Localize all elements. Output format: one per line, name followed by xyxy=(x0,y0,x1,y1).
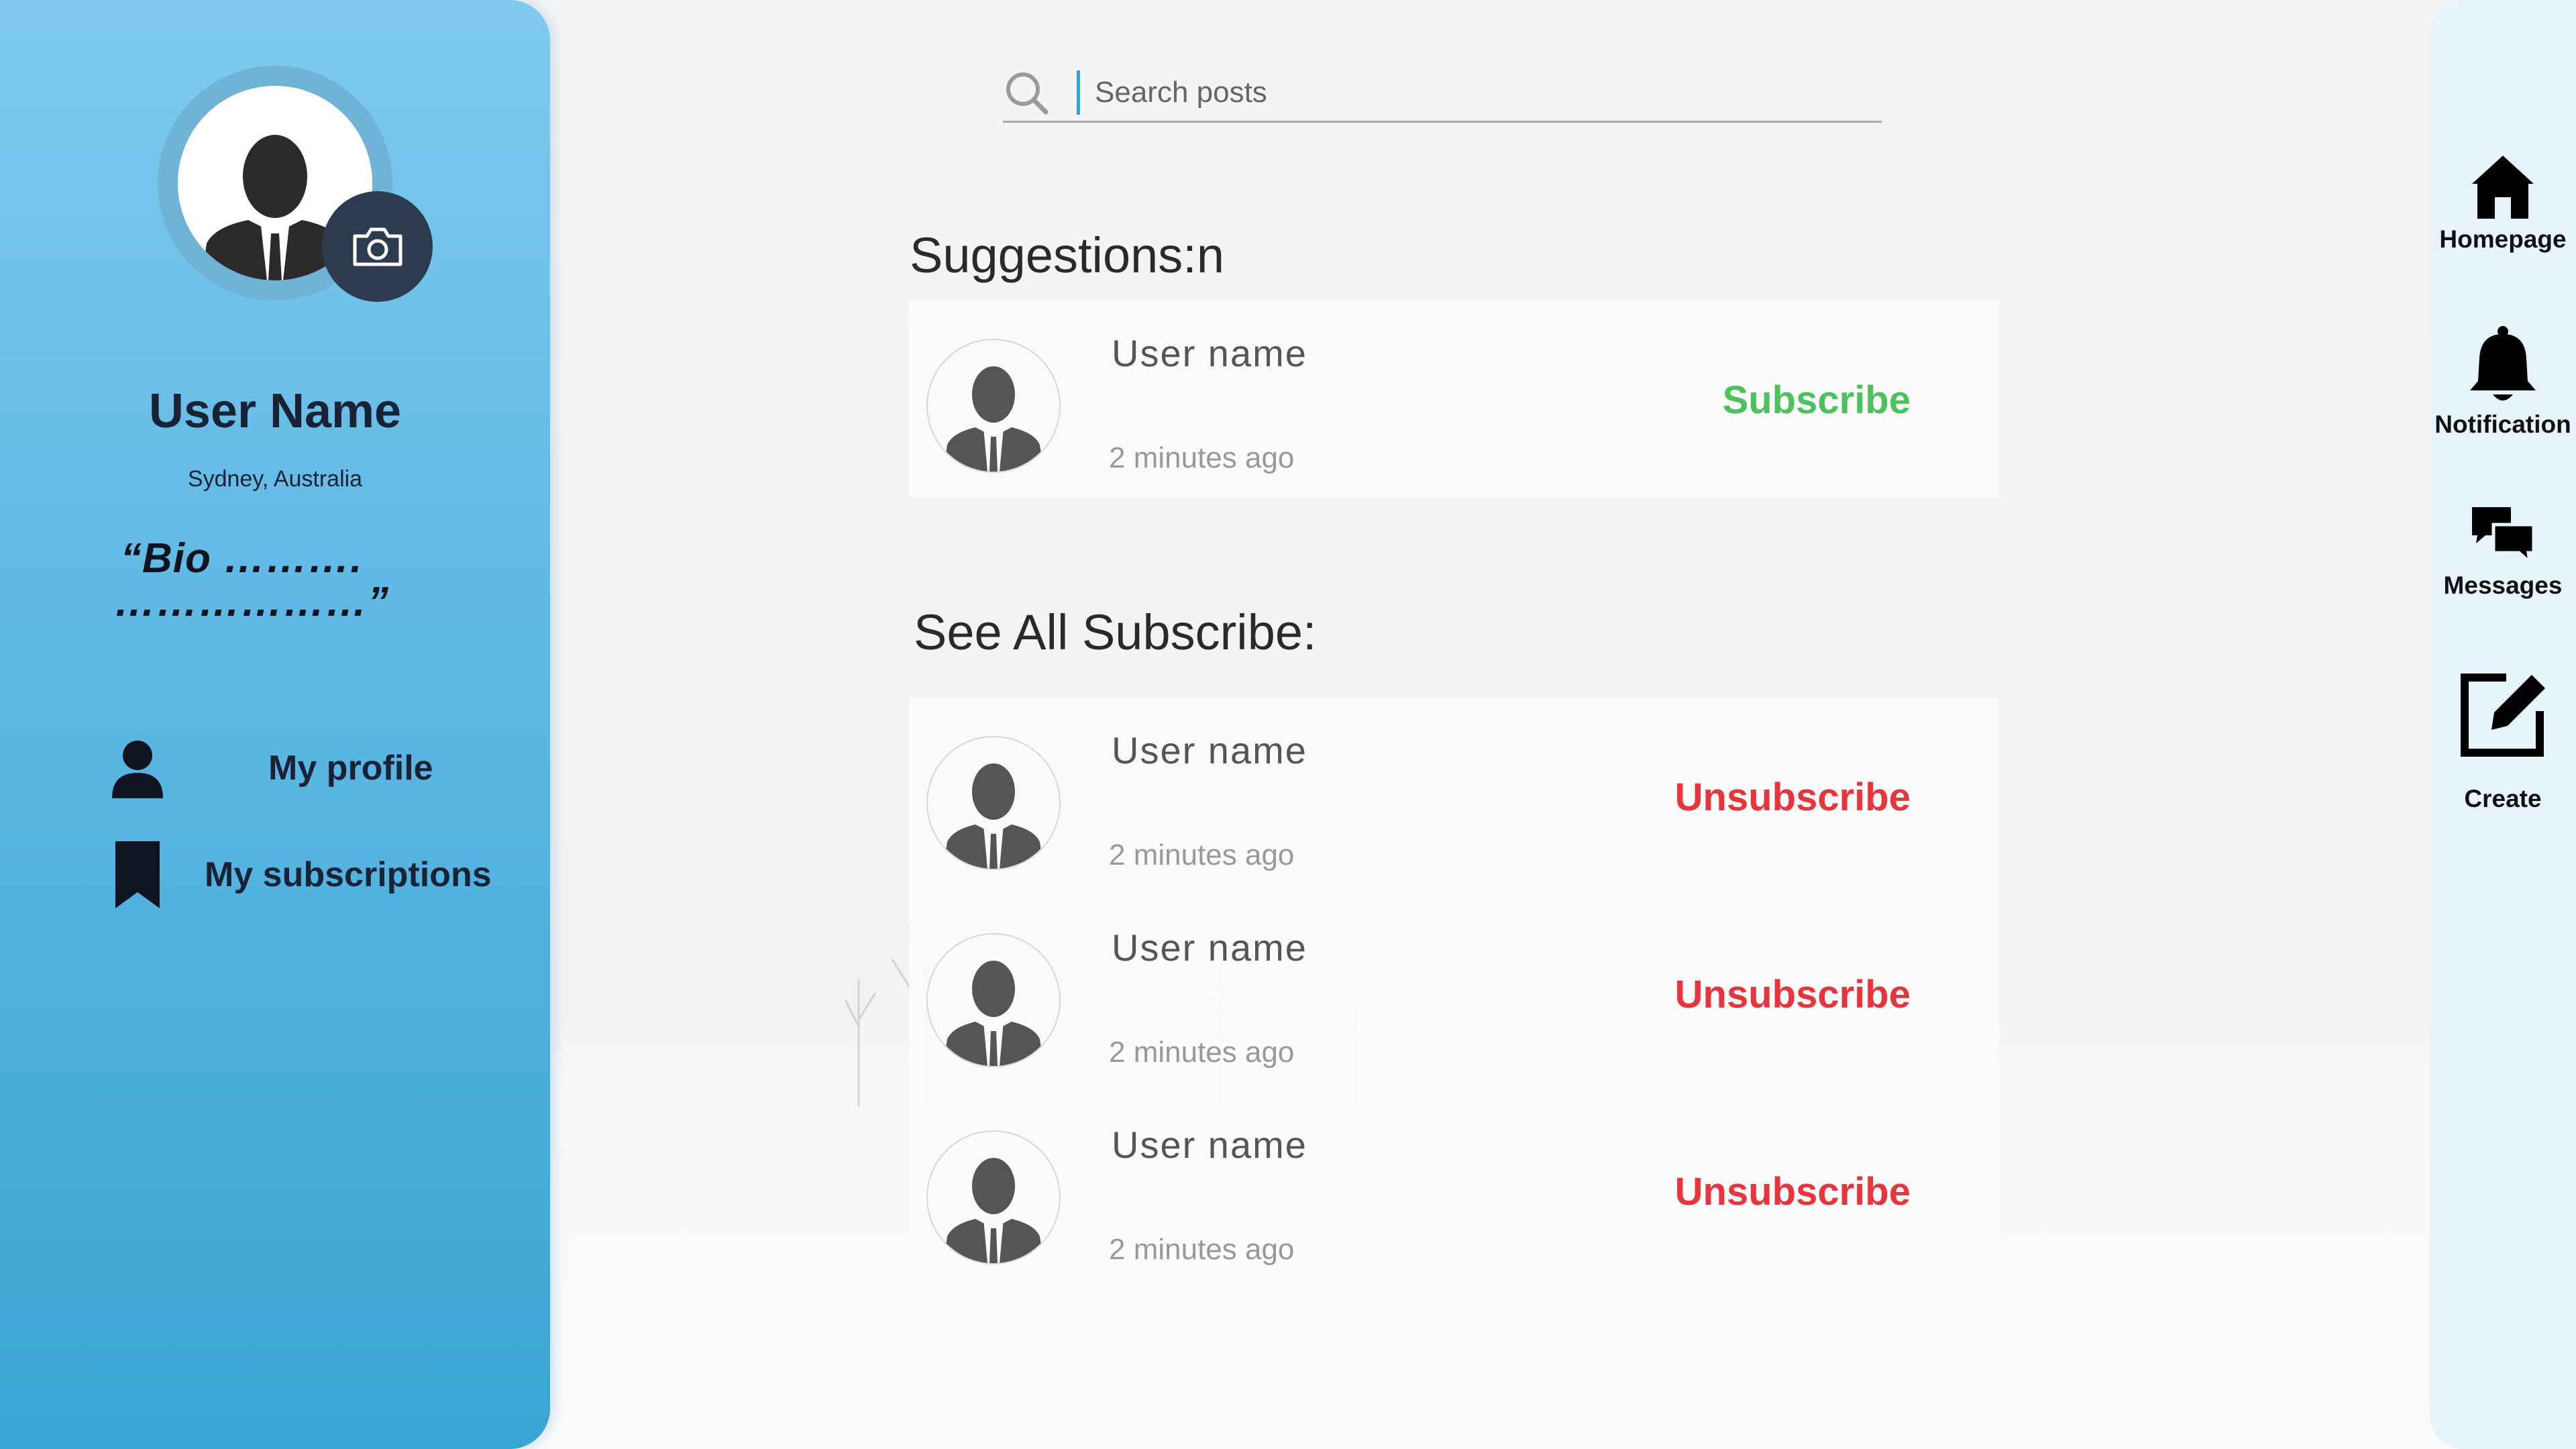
bio-line-2: ………………” xyxy=(114,579,389,626)
list-item: User name 2 minutes ago Unsubscribe xyxy=(909,895,1999,1092)
user-name[interactable]: User name xyxy=(1112,926,1307,969)
nav-homepage[interactable]: Homepage xyxy=(2430,153,2576,254)
nav-label: Homepage xyxy=(2439,225,2567,253)
avatar[interactable] xyxy=(926,1130,1061,1265)
user-name[interactable]: User name xyxy=(1112,331,1307,375)
timestamp: 2 minutes ago xyxy=(1109,441,1295,474)
list-item: User name 2 minutes ago Subscribe xyxy=(909,301,1999,498)
sidebar-item-label: My subscriptions xyxy=(205,855,492,894)
subscribe-button[interactable]: Subscribe xyxy=(1723,378,1911,423)
unsubscribe-button[interactable]: Unsubscribe xyxy=(1675,972,1911,1017)
sidebar-item-label: My profile xyxy=(268,749,433,788)
nav-notification[interactable]: Notification xyxy=(2430,325,2576,439)
list-item: User name 2 minutes ago Unsubscribe xyxy=(909,1092,1999,1289)
avatar-silhouette-icon xyxy=(943,366,1044,472)
avatar[interactable] xyxy=(926,933,1061,1067)
camera-icon xyxy=(353,227,402,266)
search-icon[interactable] xyxy=(1003,69,1050,116)
timestamp: 2 minutes ago xyxy=(1109,1036,1295,1069)
bell-icon xyxy=(2430,325,2576,405)
nav-messages[interactable]: Messages xyxy=(2430,504,2576,600)
edit-icon xyxy=(2430,671,2576,758)
timestamp: 2 minutes ago xyxy=(1109,1233,1295,1266)
timestamp: 2 minutes ago xyxy=(1109,839,1295,871)
nav-create[interactable]: Create xyxy=(2430,671,2576,813)
sidebar-item-my-profile[interactable]: My profile xyxy=(101,738,433,798)
subscriptions-list: User name 2 minutes ago Unsubscribe User… xyxy=(909,698,1999,1288)
avatar-silhouette-icon xyxy=(943,763,1044,869)
nav-label: Messages xyxy=(2443,572,2563,599)
profile-sidebar: User Name Sydney, Australia “Bio ………. ……… xyxy=(0,0,550,1449)
user-name[interactable]: User name xyxy=(1112,1123,1307,1167)
chat-icon xyxy=(2430,504,2576,566)
search-input[interactable] xyxy=(1095,75,1766,109)
bio-line-1: “Bio ………. xyxy=(121,535,363,582)
subscriptions-heading: See All Subscribe: xyxy=(914,604,1317,660)
sidebar-item-my-subscriptions[interactable]: My subscriptions xyxy=(101,840,492,910)
nav-label: Create xyxy=(2464,785,2542,812)
avatar[interactable] xyxy=(926,736,1061,870)
bookmark-icon xyxy=(101,840,174,910)
change-photo-button[interactable] xyxy=(322,191,433,302)
suggestions-list: User name 2 minutes ago Subscribe xyxy=(909,301,1999,498)
search-bar xyxy=(1003,64,1882,123)
avatar[interactable] xyxy=(926,339,1061,473)
search-cursor xyxy=(1077,70,1080,115)
nav-label: Notification xyxy=(2434,411,2571,438)
unsubscribe-button[interactable]: Unsubscribe xyxy=(1675,775,1911,820)
person-icon xyxy=(101,738,174,798)
avatar-silhouette-icon xyxy=(943,1158,1044,1263)
avatar-silhouette-icon xyxy=(943,961,1044,1066)
unsubscribe-button[interactable]: Unsubscribe xyxy=(1675,1169,1911,1214)
home-icon xyxy=(2430,153,2576,220)
suggestions-heading: Suggestions:n xyxy=(910,227,1225,283)
right-nav: Homepage Notification Messages Create xyxy=(2430,0,2576,1449)
list-item: User name 2 minutes ago Unsubscribe xyxy=(909,698,1999,895)
profile-bio: “Bio ………. ………………” xyxy=(114,535,443,624)
user-name[interactable]: User name xyxy=(1112,729,1307,772)
profile-location: Sydney, Australia xyxy=(187,466,363,492)
profile-username: User Name xyxy=(148,384,402,438)
